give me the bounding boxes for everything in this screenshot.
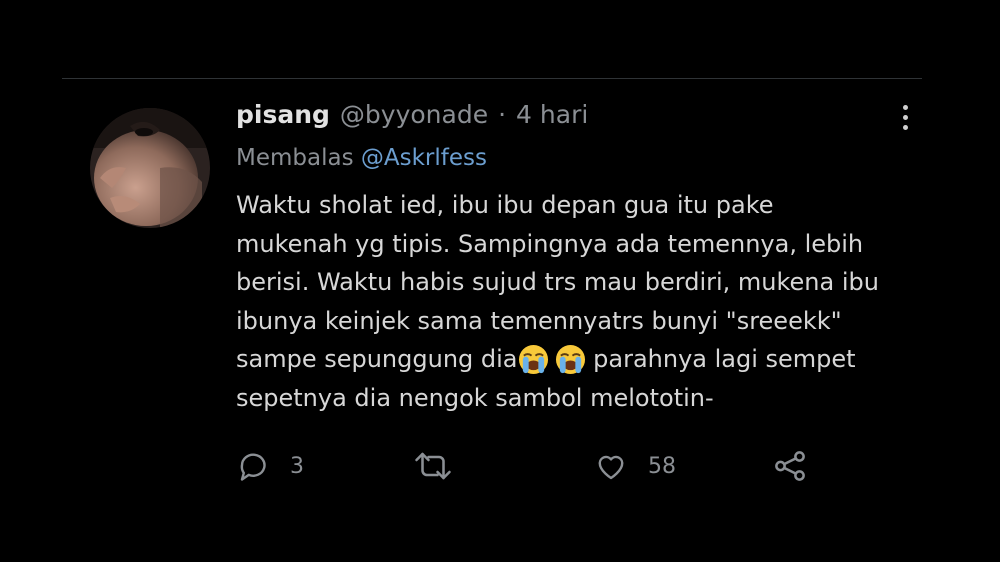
tweet-line: ibunya keinjek sama temennyatrs bunyi "s… bbox=[236, 306, 842, 335]
tweet-line-text: sampe sepunggung dia bbox=[236, 345, 518, 373]
top-divider bbox=[62, 78, 922, 79]
loudly-crying-face-emoji-icon bbox=[555, 344, 586, 375]
tweet-header: pisang @byyonade · 4 hari bbox=[236, 100, 926, 136]
loudly-crying-face-emoji-icon bbox=[518, 344, 549, 375]
share-icon bbox=[770, 447, 810, 485]
tweet-header-area: pisang @byyonade · 4 hari bbox=[236, 100, 926, 136]
author-name[interactable]: pisang bbox=[236, 100, 330, 129]
avatar[interactable] bbox=[90, 108, 210, 228]
tweet-line: Waktu sholat ied, ibu ibu depan gua itu … bbox=[236, 191, 774, 219]
separator-dot: · bbox=[498, 100, 507, 129]
reply-prefix: Membalas bbox=[236, 145, 354, 171]
author-handle[interactable]: @byyonade bbox=[340, 100, 488, 129]
like-icon bbox=[592, 448, 630, 484]
reply-icon bbox=[236, 448, 272, 484]
like-button[interactable]: 58 bbox=[592, 444, 676, 488]
tweet-line-with-emoji: sampe sepunggung dia parahnya lagi sempe… bbox=[236, 340, 926, 379]
reply-mention-link[interactable]: @Askrlfess bbox=[361, 145, 487, 171]
like-count: 58 bbox=[648, 453, 676, 479]
retweet-button[interactable] bbox=[412, 444, 454, 488]
reply-count: 3 bbox=[290, 453, 304, 479]
timestamp[interactable]: 4 hari bbox=[516, 100, 588, 129]
tweet-line: mukenah yg tipis. Sampingnya ada temenny… bbox=[236, 229, 864, 258]
tweet-text: Waktu sholat ied, ibu ibu depan gua itu … bbox=[236, 186, 926, 417]
retweet-icon bbox=[412, 448, 454, 484]
tweet-line: sepetnya dia nengok sambol melototin- bbox=[236, 383, 714, 412]
tweet-actions: 3 58 bbox=[236, 444, 836, 488]
tweet-line: berisi. Waktu habis sujud trs mau berdir… bbox=[236, 268, 879, 296]
reply-context: Membalas @Askrlfess bbox=[236, 145, 487, 171]
more-options-icon[interactable] bbox=[890, 100, 920, 134]
share-button[interactable] bbox=[770, 444, 810, 488]
reply-button[interactable]: 3 bbox=[236, 444, 304, 488]
tweet-line-text: parahnya lagi sempet bbox=[585, 345, 856, 373]
